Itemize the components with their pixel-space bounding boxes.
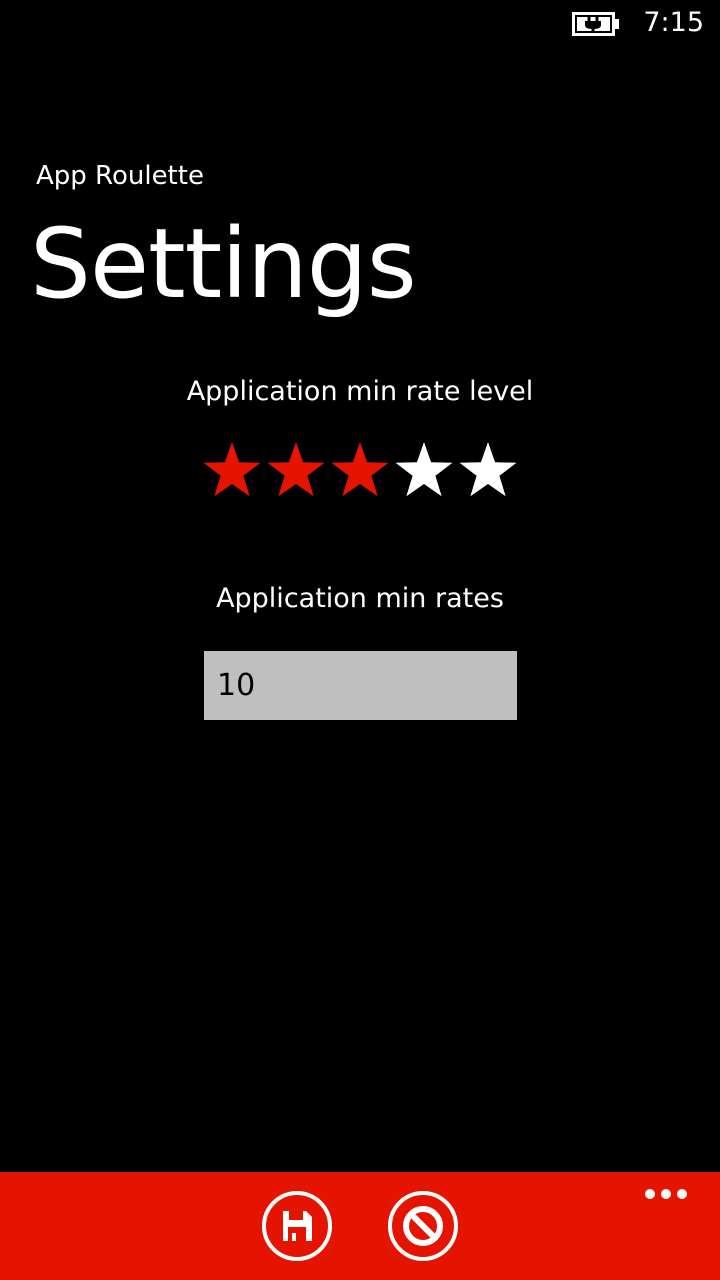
- floppy-disk-icon: [262, 1191, 332, 1261]
- cancel-button[interactable]: [387, 1190, 459, 1262]
- prohibited-icon: [388, 1191, 458, 1261]
- rate-level-label: Application min rate level: [186, 376, 534, 407]
- rating-star-icon[interactable]: [395, 442, 453, 497]
- app-name: App Roulette: [36, 161, 204, 191]
- min-rates-label: Application min rates: [216, 583, 504, 614]
- save-button[interactable]: [261, 1190, 333, 1262]
- rating-star-icon[interactable]: [203, 442, 261, 497]
- status-bar: 7:15: [0, 0, 720, 48]
- ellipsis-icon: [645, 1189, 687, 1199]
- rate-level-stars: [200, 436, 520, 504]
- app-bar: [0, 1172, 720, 1280]
- status-clock: 7:15: [643, 7, 704, 38]
- min-rates-input[interactable]: [204, 651, 517, 720]
- page-title: Settings: [30, 208, 417, 320]
- rating-star-icon[interactable]: [331, 442, 389, 497]
- rating-star-icon[interactable]: [267, 442, 325, 497]
- rating-star-icon[interactable]: [459, 442, 517, 497]
- more-options-button[interactable]: [636, 1178, 696, 1210]
- battery-charging-icon: [572, 12, 620, 36]
